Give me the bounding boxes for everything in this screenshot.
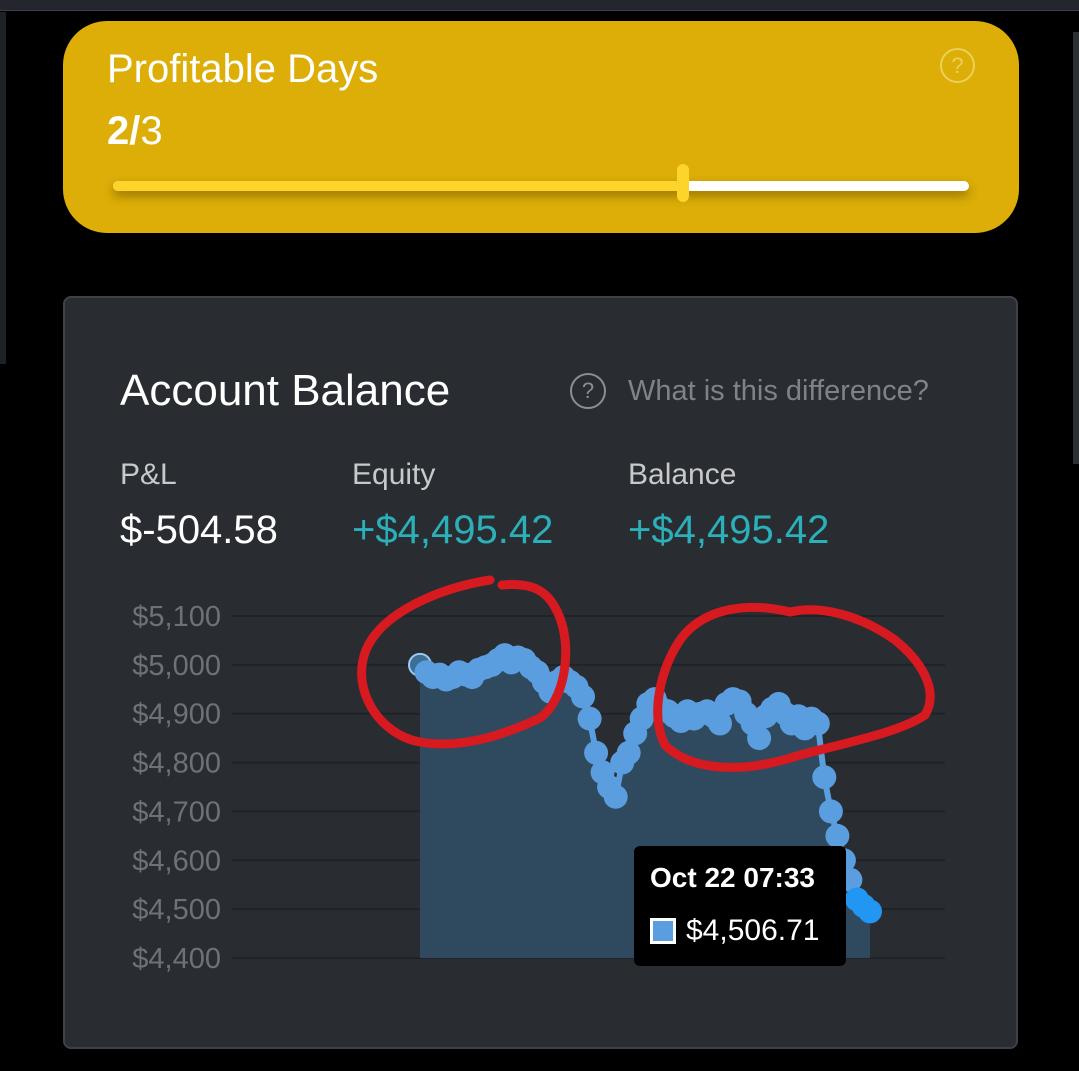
y-tick-label: $4,500 [132,894,221,926]
y-tick-label: $5,100 [132,601,221,633]
tooltip-value: $4,506.71 [686,914,820,947]
data-point[interactable] [818,799,843,824]
balance-chart[interactable]: $5,100 $5,000 $4,900 $4,800 $4,700 $4,600 $4,5… [0,0,1079,1071]
data-point[interactable] [577,706,602,731]
y-tick-label: $4,900 [132,699,221,731]
tooltip-date: Oct 22 07:33 [650,862,815,893]
data-point[interactable] [805,711,830,736]
data-point[interactable] [812,765,837,790]
y-tick-label: $4,400 [132,943,221,975]
data-point[interactable] [747,726,772,751]
y-tick-label: $4,700 [132,796,221,828]
y-tick-label: $4,600 [132,845,221,877]
data-point[interactable] [571,684,595,709]
data-point[interactable] [603,784,628,809]
data-point[interactable] [858,899,882,924]
tooltip-series-swatch [650,918,676,944]
y-tick-label: $4,800 [132,748,221,780]
chart-tooltip: Oct 22 07:33 $4,506.71 [634,846,846,966]
y-tick-label: $5,000 [132,650,221,682]
data-point[interactable] [825,823,850,848]
